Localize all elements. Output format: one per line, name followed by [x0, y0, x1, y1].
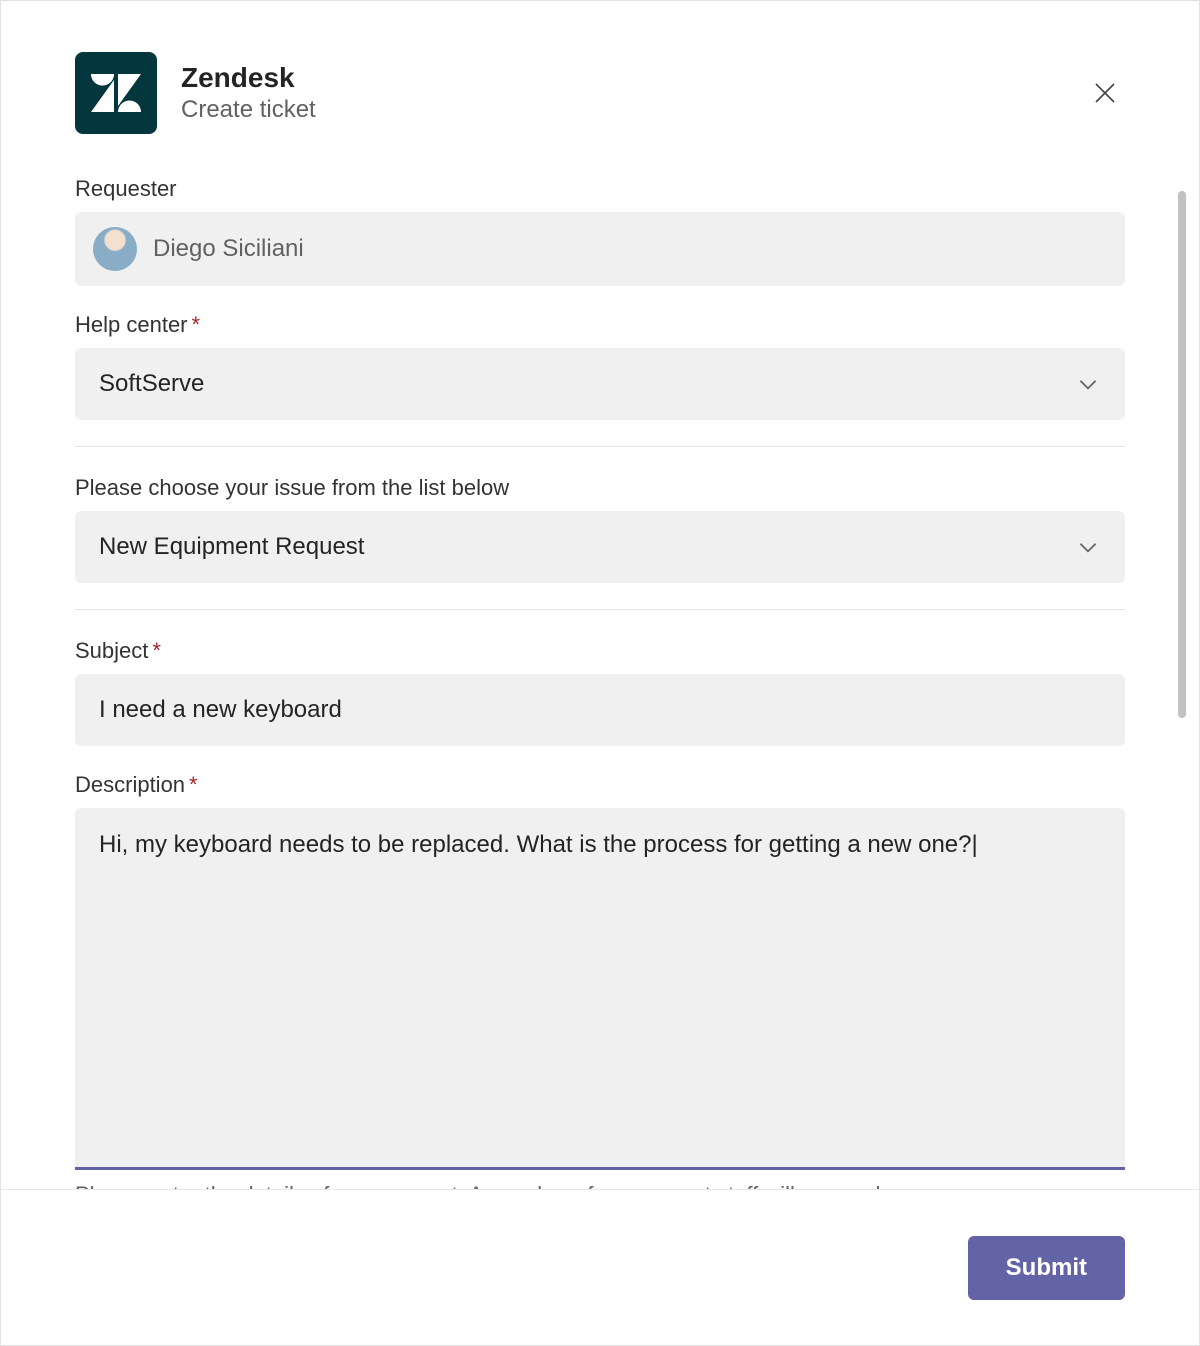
- help-center-label-text: Help center: [75, 312, 188, 337]
- requester-value: Diego Siciliani: [153, 235, 304, 263]
- scrollbar-thumb[interactable]: [1178, 191, 1186, 718]
- required-marker: *: [152, 638, 161, 663]
- dialog-body: Zendesk Create ticket Requester Diego Si…: [1, 15, 1199, 1189]
- create-ticket-form: Requester Diego Siciliani Help center* S…: [75, 176, 1125, 1189]
- subject-field: Subject*: [75, 638, 1125, 746]
- required-marker: *: [192, 312, 201, 337]
- dialog-titles: Zendesk Create ticket: [181, 61, 1061, 126]
- close-icon: [1093, 81, 1117, 105]
- help-center-label: Help center*: [75, 312, 1125, 338]
- issue-field: Please choose your issue from the list b…: [75, 475, 1125, 583]
- help-center-field: Help center* SoftServe: [75, 312, 1125, 420]
- subject-input[interactable]: [75, 674, 1125, 746]
- divider: [75, 446, 1125, 447]
- required-marker: *: [189, 772, 198, 797]
- issue-value: New Equipment Request: [99, 533, 364, 561]
- issue-label: Please choose your issue from the list b…: [75, 475, 1125, 501]
- description-label-text: Description: [75, 772, 185, 797]
- divider: [75, 609, 1125, 610]
- requester-field: Requester Diego Siciliani: [75, 176, 1125, 286]
- help-center-select[interactable]: SoftServe: [75, 348, 1125, 420]
- description-field: Description* Please enter the details of…: [75, 772, 1125, 1189]
- chevron-down-icon: [1075, 371, 1101, 397]
- dialog-footer: Submit: [1, 1189, 1199, 1345]
- dialog-window: Zendesk Create ticket Requester Diego Si…: [0, 0, 1200, 1346]
- requester-label: Requester: [75, 176, 1125, 202]
- chevron-down-icon: [1075, 534, 1101, 560]
- dialog-header: Zendesk Create ticket: [75, 52, 1125, 134]
- description-label: Description*: [75, 772, 1125, 798]
- subject-label-text: Subject: [75, 638, 148, 663]
- issue-select[interactable]: New Equipment Request: [75, 511, 1125, 583]
- app-subtitle: Create ticket: [181, 94, 1061, 125]
- avatar: [93, 227, 137, 271]
- subject-label: Subject*: [75, 638, 1125, 664]
- zendesk-logo-icon: [75, 52, 157, 134]
- submit-button[interactable]: Submit: [968, 1236, 1125, 1300]
- description-help-text: Please enter the details of your request…: [75, 1180, 1125, 1189]
- help-center-value: SoftServe: [99, 370, 204, 398]
- close-button[interactable]: [1085, 73, 1125, 113]
- requester-picker[interactable]: Diego Siciliani: [75, 212, 1125, 286]
- app-title: Zendesk: [181, 61, 1061, 95]
- description-input[interactable]: [75, 808, 1125, 1170]
